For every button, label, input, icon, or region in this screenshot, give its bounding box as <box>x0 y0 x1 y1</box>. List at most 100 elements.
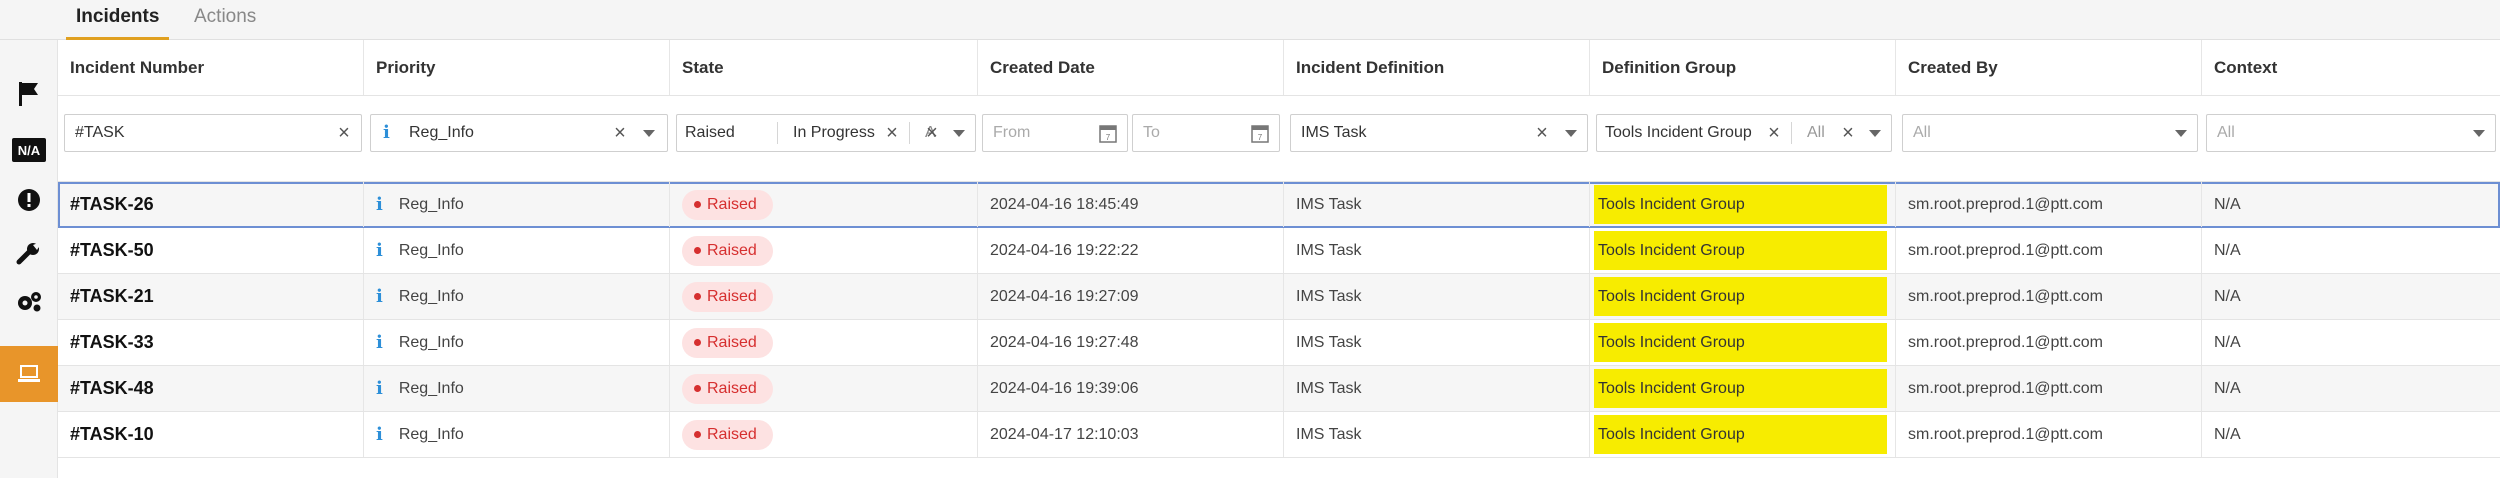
definition-group-highlight: Tools Incident Group <box>1594 277 1887 316</box>
definition-group-value: Tools Incident Group <box>1598 195 1745 213</box>
clear-incident-number-icon[interactable]: × <box>335 115 353 151</box>
tab-actions[interactable]: Actions <box>184 0 266 40</box>
sidebar-item-alerts[interactable] <box>0 172 58 228</box>
incident-number-cell[interactable]: #TASK-10 <box>58 412 364 457</box>
chevron-down-icon[interactable] <box>2175 130 2187 137</box>
definition-group-value: Tools Incident Group <box>1598 379 1745 397</box>
clear-definition-group-icon[interactable]: × <box>1839 115 1857 151</box>
svg-text:7: 7 <box>1258 133 1263 142</box>
chevron-down-icon[interactable] <box>953 130 965 137</box>
column-header-state[interactable]: State <box>670 40 978 95</box>
chevron-down-icon[interactable] <box>1869 130 1881 137</box>
state-chip-in-progress: In Progress <box>793 124 875 141</box>
created-by-cell: sm.root.preprod.1@ptt.com <box>1896 228 2202 273</box>
column-header-created-by[interactable]: Created By <box>1896 40 2202 95</box>
chevron-down-icon[interactable] <box>2473 130 2485 137</box>
created-to-placeholder: To <box>1143 124 1160 141</box>
created-date-cell: 2024-04-17 12:10:03 <box>978 412 1284 457</box>
definition-group-filter[interactable]: Tools Incident Group × All × <box>1596 114 1892 152</box>
context-filter[interactable]: All <box>2206 114 2496 152</box>
tab-incidents[interactable]: Incidents <box>66 0 170 40</box>
incident-number-filter[interactable]: #TASK × <box>64 114 362 152</box>
column-header-context[interactable]: Context <box>2202 40 2500 95</box>
created-date-cell: 2024-04-16 19:22:22 <box>978 228 1284 273</box>
created-date-value: 2024-04-16 19:22:22 <box>990 241 1139 259</box>
incident-number-cell[interactable]: #TASK-21 <box>58 274 364 319</box>
created-by-cell: sm.root.preprod.1@ptt.com <box>1896 412 2202 457</box>
incident-definition-cell: IMS Task <box>1284 320 1590 365</box>
incident-number-cell[interactable]: #TASK-33 <box>58 320 364 365</box>
incident-number-cell[interactable]: #TASK-26 <box>58 182 364 227</box>
clear-priority-icon[interactable]: × <box>611 115 629 151</box>
priority-value: Reg_Info <box>398 195 464 213</box>
created-by-value: sm.root.preprod.1@ptt.com <box>1908 241 2103 259</box>
priority-value: Reg_Info <box>398 379 464 397</box>
context-cell: N/A <box>2202 412 2500 457</box>
created-from-input[interactable]: From 7 <box>982 114 1128 152</box>
incident-number-cell[interactable]: #TASK-48 <box>58 366 364 411</box>
info-icon: i <box>376 240 383 261</box>
created-date-cell: 2024-04-16 19:27:48 <box>978 320 1284 365</box>
chevron-down-icon[interactable] <box>643 130 655 137</box>
sidebar-item-settings[interactable] <box>0 274 58 330</box>
status-badge-label: Raised <box>707 425 757 443</box>
sidebar-item-na[interactable]: N/A <box>0 122 58 178</box>
remove-in-progress-chip-icon[interactable]: × <box>883 115 901 151</box>
state-cell: Raised <box>670 412 978 457</box>
table-row[interactable]: #TASK-50 i Reg_Info Raised 2024-04-16 19:… <box>58 228 2500 274</box>
incident-definition-value: IMS Task <box>1296 195 1362 213</box>
chip-divider <box>777 122 778 144</box>
created-from-placeholder: From <box>993 124 1031 141</box>
status-badge: Raised <box>682 189 773 220</box>
priority-cell: i Reg_Info <box>364 274 670 319</box>
priority-filter[interactable]: i Reg_Info × <box>370 114 668 152</box>
priority-value: Reg_Info <box>398 333 464 351</box>
calendar-icon[interactable]: 7 <box>1099 123 1117 143</box>
status-dot <box>694 247 701 254</box>
table-row[interactable]: #TASK-21 i Reg_Info Raised 2024-04-16 19:… <box>58 274 2500 320</box>
calendar-icon[interactable]: 7 <box>1251 123 1269 143</box>
filter-row: #TASK × i Reg_Info × Raised In Progress … <box>58 96 2500 182</box>
remove-definition-group-chip-icon[interactable]: × <box>1765 115 1783 151</box>
alert-icon <box>18 189 40 211</box>
table-row[interactable]: #TASK-48 i Reg_Info Raised 2024-04-16 19:… <box>58 366 2500 412</box>
created-date-value: 2024-04-16 19:27:09 <box>990 287 1139 305</box>
created-date-cell: 2024-04-16 19:39:06 <box>978 366 1284 411</box>
status-dot <box>694 431 701 438</box>
na-icon: N/A <box>12 138 46 162</box>
definition-group-cell: Tools Incident Group <box>1590 274 1896 319</box>
created-date-cell: 2024-04-16 18:45:49 <box>978 182 1284 227</box>
column-header-incident-number[interactable]: Incident Number <box>58 40 364 95</box>
created-to-input[interactable]: To 7 <box>1132 114 1280 152</box>
status-badge: Raised <box>682 419 773 450</box>
context-cell: N/A <box>2202 182 2500 227</box>
context-placeholder: All <box>2217 124 2235 141</box>
column-header-definition-group[interactable]: Definition Group <box>1590 40 1896 95</box>
svg-text:7: 7 <box>1106 133 1111 142</box>
table-row[interactable]: #TASK-10 i Reg_Info Raised 2024-04-17 12:… <box>58 412 2500 458</box>
incident-definition-filter-value: IMS Task <box>1301 124 1367 141</box>
incident-number: #TASK-26 <box>70 194 154 214</box>
status-badge: Raised <box>682 327 773 358</box>
incident-definition-filter[interactable]: IMS Task × <box>1290 114 1588 152</box>
state-filter[interactable]: Raised In Progress × A × <box>676 114 976 152</box>
sidebar-item-flag[interactable] <box>0 66 58 122</box>
column-header-created-date[interactable]: Created Date <box>978 40 1284 95</box>
table-row[interactable]: #TASK-33 i Reg_Info Raised 2024-04-16 19:… <box>58 320 2500 366</box>
sidebar-item-laptop[interactable] <box>0 346 58 402</box>
created-by-value: sm.root.preprod.1@ptt.com <box>1908 425 2103 443</box>
table-row[interactable]: #TASK-26 i Reg_Info Raised 2024-04-16 18:… <box>58 182 2500 228</box>
created-by-filter[interactable]: All <box>1902 114 2198 152</box>
context-cell: N/A <box>2202 320 2500 365</box>
clear-state-icon[interactable]: × <box>923 115 941 151</box>
incident-definition-cell: IMS Task <box>1284 228 1590 273</box>
incident-number-cell[interactable]: #TASK-50 <box>58 228 364 273</box>
chevron-down-icon[interactable] <box>1565 130 1577 137</box>
definition-group-cell: Tools Incident Group <box>1590 412 1896 457</box>
priority-value: Reg_Info <box>398 241 464 259</box>
column-header-incident-definition[interactable]: Incident Definition <box>1284 40 1590 95</box>
clear-incident-definition-icon[interactable]: × <box>1533 115 1551 151</box>
column-header-priority[interactable]: Priority <box>364 40 670 95</box>
definition-group-cell: Tools Incident Group <box>1590 366 1896 411</box>
chip-divider <box>909 122 910 144</box>
